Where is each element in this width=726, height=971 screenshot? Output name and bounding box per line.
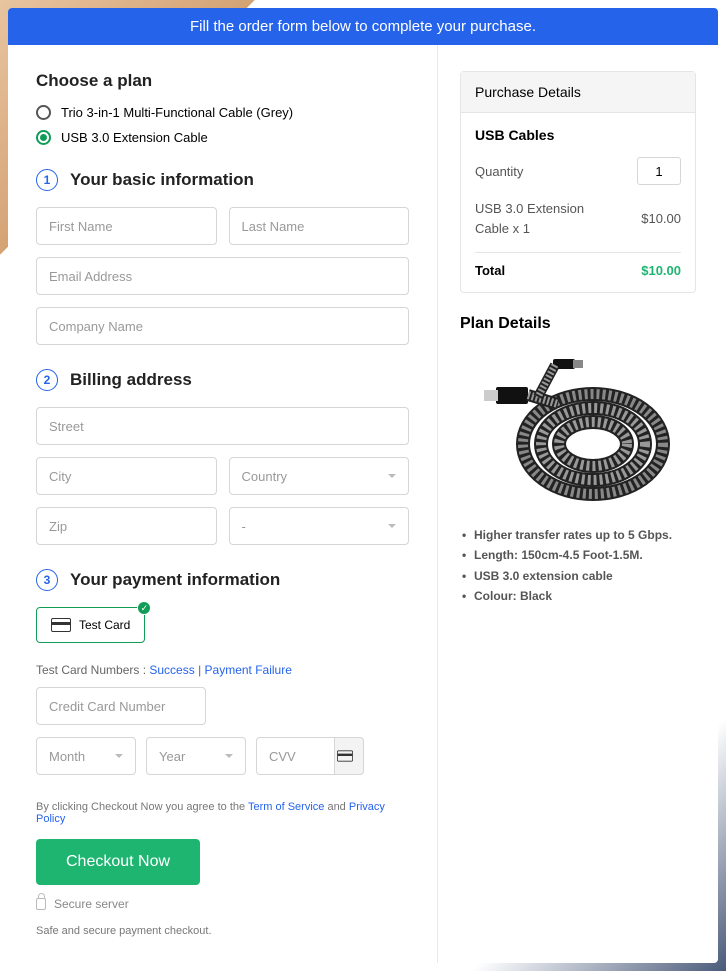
total-label: Total bbox=[475, 263, 505, 278]
plan-label: Trio 3-in-1 Multi-Functional Cable (Grey… bbox=[61, 105, 293, 120]
country-select[interactable]: Country bbox=[229, 457, 410, 495]
chevron-down-icon bbox=[225, 754, 233, 758]
step-title: Billing address bbox=[70, 370, 192, 390]
plan-label: USB 3.0 Extension Cable bbox=[61, 130, 208, 145]
purchase-header: Purchase Details bbox=[461, 72, 695, 113]
select-label: Country bbox=[242, 469, 288, 484]
first-name-input[interactable] bbox=[36, 207, 217, 245]
select-label: Year bbox=[159, 749, 185, 764]
banner: Fill the order form below to complete yo… bbox=[8, 8, 718, 45]
checkout-button[interactable]: Checkout Now bbox=[36, 839, 200, 885]
chevron-down-icon bbox=[388, 524, 396, 528]
line-item-label: USB 3.0 Extension Cable x 1 bbox=[475, 199, 615, 238]
bullet-item: USB 3.0 extension cable bbox=[474, 566, 696, 586]
step-title: Your basic information bbox=[70, 170, 254, 190]
test-card-option[interactable]: ✓ Test Card bbox=[36, 607, 145, 643]
product-name: USB Cables bbox=[475, 127, 681, 143]
lock-icon bbox=[36, 898, 46, 910]
company-input[interactable] bbox=[36, 307, 409, 345]
street-input[interactable] bbox=[36, 407, 409, 445]
radio-icon bbox=[36, 105, 51, 120]
qty-label: Quantity bbox=[475, 164, 523, 179]
bullet-item: Length: 150cm-4.5 Foot-1.5M. bbox=[474, 545, 696, 565]
safe-text: Safe and secure payment checkout. bbox=[36, 925, 409, 937]
email-input[interactable] bbox=[36, 257, 409, 295]
qty-input[interactable] bbox=[637, 157, 681, 185]
divider bbox=[475, 252, 681, 253]
credit-card-icon bbox=[337, 750, 353, 761]
total-price: $10.00 bbox=[641, 263, 681, 278]
line-item-price: $10.00 bbox=[641, 211, 681, 226]
plan-option-0[interactable]: Trio 3-in-1 Multi-Functional Cable (Grey… bbox=[36, 105, 409, 120]
state-select[interactable]: - bbox=[229, 507, 410, 545]
success-link[interactable]: Success bbox=[149, 663, 194, 677]
month-select[interactable]: Month bbox=[36, 737, 136, 775]
bullet-item: Higher transfer rates up to 5 Gbps. bbox=[474, 525, 696, 545]
plan-option-1[interactable]: USB 3.0 Extension Cable bbox=[36, 130, 409, 145]
step-num: 1 bbox=[36, 169, 58, 191]
zip-input[interactable] bbox=[36, 507, 217, 545]
test-card-links: Test Card Numbers : Success | Payment Fa… bbox=[36, 663, 409, 677]
select-label: - bbox=[242, 519, 246, 534]
test-card-label: Test Card bbox=[79, 618, 130, 632]
check-icon: ✓ bbox=[137, 601, 151, 615]
cvv-icon-box bbox=[334, 737, 364, 775]
bullet-item: Colour: Black bbox=[474, 586, 696, 606]
last-name-input[interactable] bbox=[229, 207, 410, 245]
tos-link[interactable]: Term of Service bbox=[248, 801, 324, 813]
cc-number-input[interactable] bbox=[36, 687, 206, 725]
terms-text: By clicking Checkout Now you agree to th… bbox=[36, 801, 409, 825]
secure-text: Secure server bbox=[54, 897, 129, 911]
plan-details-heading: Plan Details bbox=[460, 315, 696, 333]
radio-icon bbox=[36, 130, 51, 145]
chevron-down-icon bbox=[115, 754, 123, 758]
step-title: Your payment information bbox=[70, 570, 280, 590]
bullets-list: Higher transfer rates up to 5 Gbps. Leng… bbox=[460, 525, 696, 607]
chevron-down-icon bbox=[388, 474, 396, 478]
credit-card-icon bbox=[51, 618, 71, 632]
product-image bbox=[478, 349, 678, 509]
year-select[interactable]: Year bbox=[146, 737, 246, 775]
step-num: 2 bbox=[36, 369, 58, 391]
step-num: 3 bbox=[36, 569, 58, 591]
failure-link[interactable]: Payment Failure bbox=[205, 663, 292, 677]
cvv-input[interactable] bbox=[256, 737, 334, 775]
city-input[interactable] bbox=[36, 457, 217, 495]
choose-plan-heading: Choose a plan bbox=[36, 71, 409, 91]
select-label: Month bbox=[49, 749, 85, 764]
